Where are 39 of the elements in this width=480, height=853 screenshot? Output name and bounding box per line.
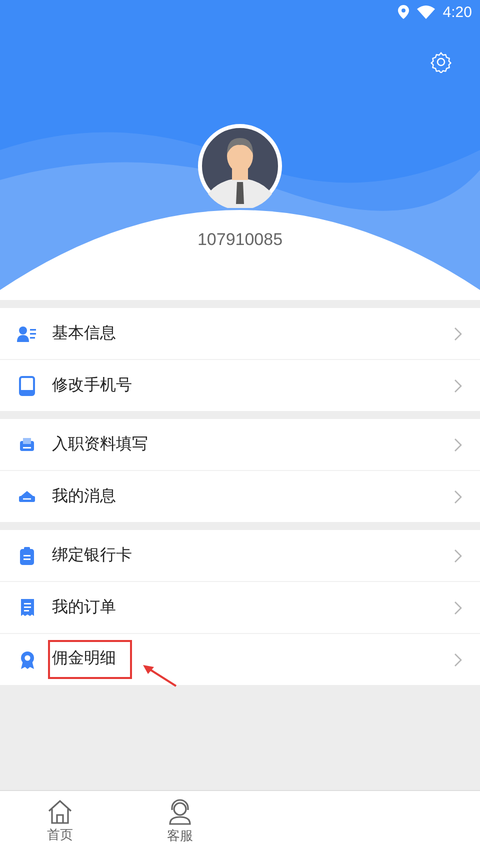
location-icon (398, 5, 409, 19)
menu-item[interactable]: 佣金明细 (0, 634, 480, 685)
menu-item[interactable]: 基本信息 (0, 308, 480, 360)
chevron-right-icon (454, 438, 462, 452)
wifi-icon (416, 5, 435, 19)
menu-label: 佣金明细 (52, 648, 116, 667)
nav-tab[interactable]: 客服 (120, 791, 240, 853)
clipboard-icon (20, 546, 34, 564)
user-id: 107910085 (197, 230, 283, 250)
menu-label: 基本信息 (52, 323, 116, 342)
menu-item[interactable]: 修改手机号 (0, 360, 480, 411)
chevron-right-icon (454, 652, 462, 666)
receipt-icon (20, 599, 34, 616)
avatar-icon (198, 124, 282, 208)
chevron-right-icon (454, 548, 462, 562)
menu-item[interactable]: 我的订单 (0, 582, 480, 634)
chevron-right-icon (454, 600, 462, 614)
menu-label: 入职资料填写 (52, 434, 148, 453)
chevron-right-icon (454, 378, 462, 392)
menu-label: 我的订单 (52, 597, 116, 616)
annotation-arrow (142, 664, 178, 688)
menu-item[interactable]: 绑定银行卡 (0, 530, 480, 582)
chevron-right-icon (454, 326, 462, 340)
tray-icon (19, 491, 35, 502)
person-icon (17, 326, 37, 342)
menu-label: 我的消息 (52, 486, 116, 505)
nav-tab[interactable]: 首页 (0, 791, 120, 853)
menu-label: 绑定银行卡 (52, 545, 132, 564)
menu-item[interactable]: 入职资料填写 (0, 419, 480, 471)
settings-icon[interactable] (430, 51, 452, 73)
menu-label: 修改手机号 (52, 375, 132, 394)
support-agent-icon (167, 799, 193, 825)
clock-time: 4:20 (442, 4, 472, 20)
menu-item[interactable]: 我的消息 (0, 471, 480, 522)
award-icon (20, 650, 34, 668)
printer-icon (20, 438, 34, 451)
home-icon (47, 800, 73, 824)
tablet-icon (19, 376, 35, 396)
chevron-right-icon (454, 490, 462, 504)
